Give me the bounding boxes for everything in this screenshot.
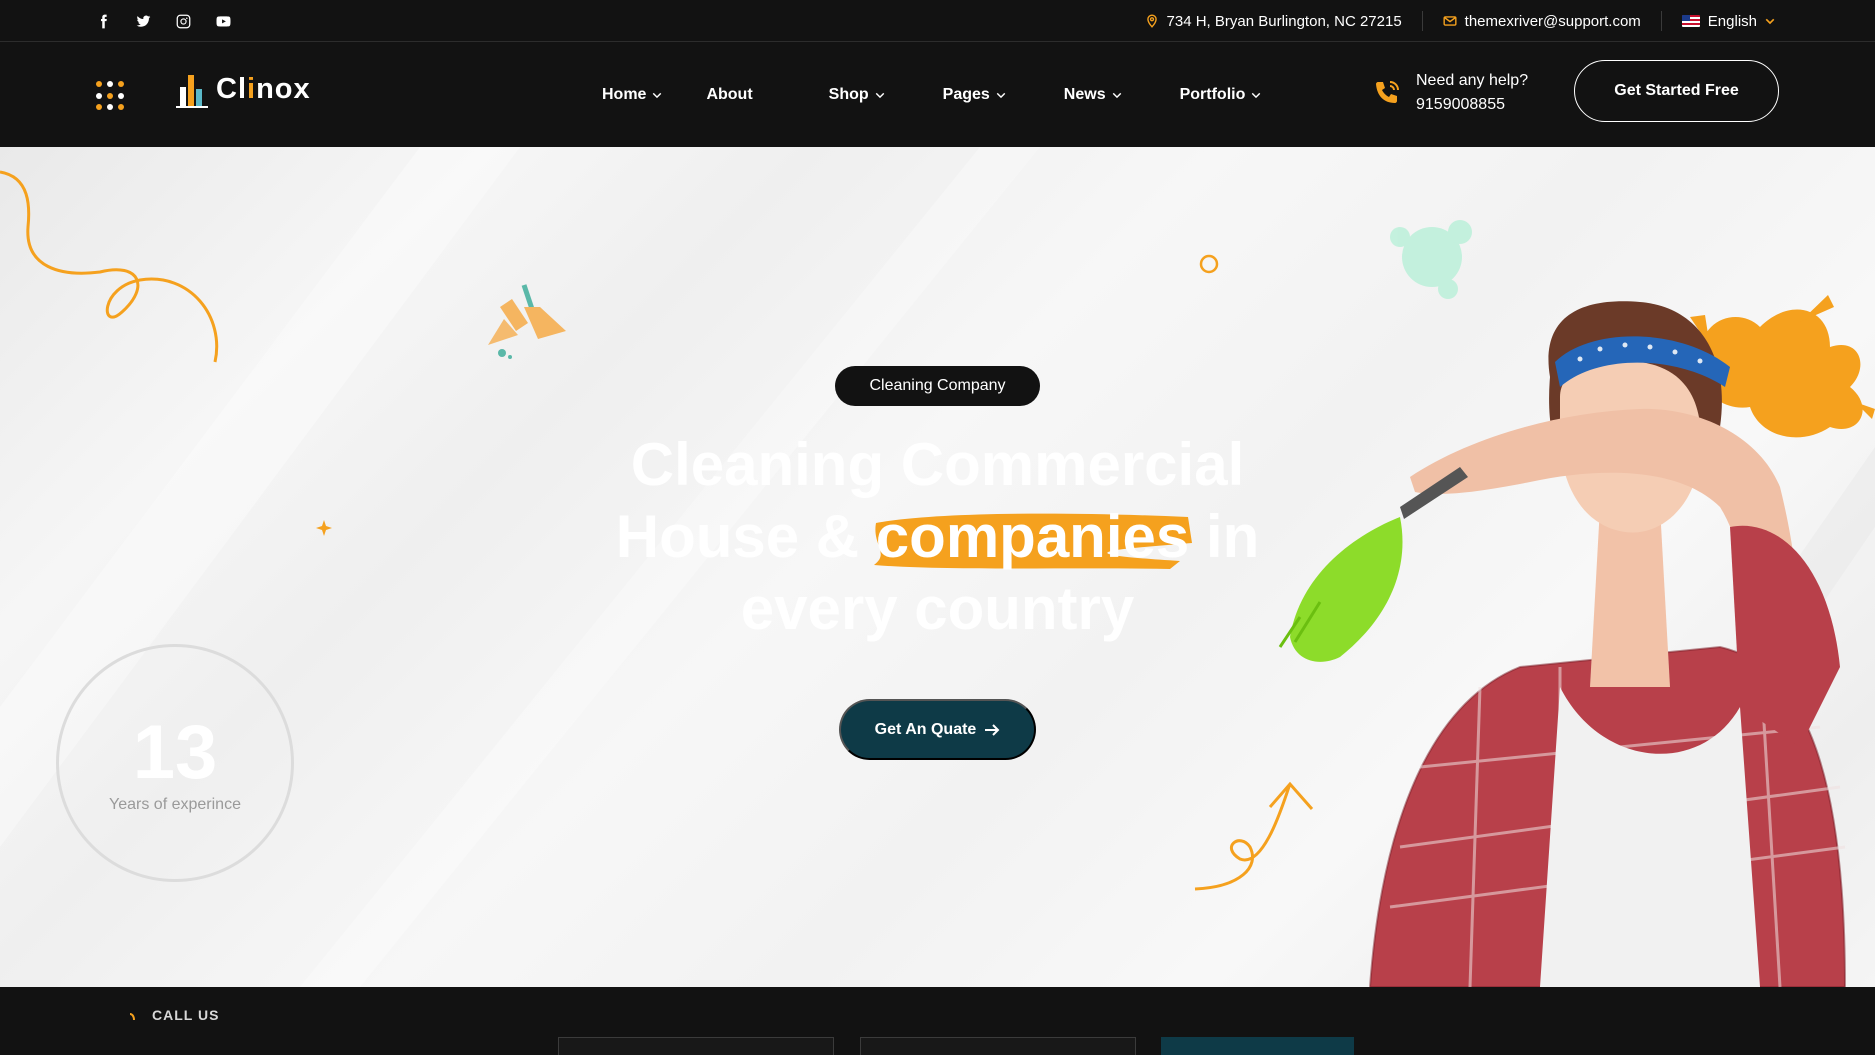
facebook-icon[interactable] <box>92 11 114 31</box>
top-contact-info: 734 H, Bryan Burlington, NC 27215 themex… <box>1125 0 1775 42</box>
title-line-2-end: in <box>1205 503 1260 570</box>
logo-text: Clinox <box>216 72 311 105</box>
form-field-2[interactable] <box>860 1037 1136 1055</box>
nav-portfolio[interactable]: Portfolio <box>1180 86 1262 104</box>
grid-menu-icon[interactable] <box>96 81 126 111</box>
chevron-down-icon <box>653 92 662 99</box>
broom-icon <box>488 284 566 359</box>
green-splash-decoration <box>1390 220 1472 299</box>
form-field-1[interactable] <box>558 1037 834 1055</box>
phone-icon <box>1376 81 1399 103</box>
title-highlight: companies <box>873 501 1192 573</box>
form-submit-button[interactable] <box>1161 1037 1354 1055</box>
address-text: 734 H, Bryan Burlington, NC 27215 <box>1166 12 1402 30</box>
logo[interactable]: Clinox <box>174 69 311 109</box>
main-header: Clinox Home About Shop Pages News Portfo… <box>0 43 1875 147</box>
logo-icon <box>176 75 208 108</box>
chevron-down-icon <box>996 92 1006 99</box>
arrow-right-icon <box>985 723 1000 736</box>
instagram-icon[interactable] <box>172 11 194 31</box>
email-item[interactable]: themexriver@support.com <box>1423 11 1662 31</box>
experience-years: 13 <box>132 710 218 795</box>
contact-strip: CALL US <box>0 987 1875 1055</box>
nav-shop[interactable]: Shop <box>829 86 885 104</box>
twitter-icon[interactable] <box>132 11 154 31</box>
circle-decoration <box>1199 254 1219 274</box>
main-nav: Home About Shop Pages News Portfolio <box>600 43 1261 147</box>
get-quote-button[interactable]: Get An Quate <box>839 699 1036 760</box>
envelope-icon <box>1443 16 1457 26</box>
title-line-3: every country <box>740 575 1135 642</box>
top-bar: 734 H, Bryan Burlington, NC 27215 themex… <box>0 0 1875 42</box>
language-label[interactable]: English <box>1708 13 1757 30</box>
nav-pages[interactable]: Pages <box>943 86 1006 104</box>
youtube-icon[interactable] <box>212 11 234 31</box>
hero-section: Cleaning Company Cleaning Commercial Hou… <box>0 147 1875 987</box>
chevron-down-icon <box>1252 92 1261 99</box>
nav-home[interactable]: Home <box>602 86 662 104</box>
language-selector[interactable]: English <box>1662 11 1775 31</box>
us-flag-icon <box>1681 15 1700 27</box>
title-line-2-start: House & <box>615 503 860 570</box>
help-phone[interactable]: 9159008855 <box>1416 93 1528 117</box>
hero-title: Cleaning Commercial House & companies in… <box>560 429 1315 645</box>
email-link[interactable]: themexriver@support.com <box>1465 13 1641 30</box>
chevron-down-icon <box>1112 92 1121 99</box>
get-started-button[interactable]: Get Started Free <box>1574 60 1779 122</box>
title-line-1: Cleaning Commercial <box>630 431 1245 498</box>
sparkle-decoration <box>316 520 332 536</box>
arrow-squiggle-decoration <box>1194 781 1314 891</box>
call-us-label: CALL US <box>128 1007 219 1023</box>
experience-circle: 13 Years of experince <box>56 644 294 882</box>
help-label: Need any help? <box>1416 72 1529 89</box>
social-links <box>92 11 234 31</box>
help-text: Need any help? 9159008855 <box>1416 69 1528 117</box>
phone-icon <box>129 1013 135 1021</box>
address-item: 734 H, Bryan Burlington, NC 27215 <box>1125 11 1423 31</box>
nav-news[interactable]: News <box>1064 86 1122 104</box>
category-badge: Cleaning Company <box>835 366 1040 406</box>
nav-about[interactable]: About <box>706 86 752 104</box>
map-pin-icon <box>1146 14 1157 28</box>
help-contact[interactable]: Need any help? 9159008855 <box>1372 69 1528 117</box>
chevron-down-icon <box>1765 18 1775 25</box>
squiggle-decoration <box>0 170 219 363</box>
experience-label: Years of experince <box>109 796 241 813</box>
chevron-down-icon <box>875 92 884 99</box>
